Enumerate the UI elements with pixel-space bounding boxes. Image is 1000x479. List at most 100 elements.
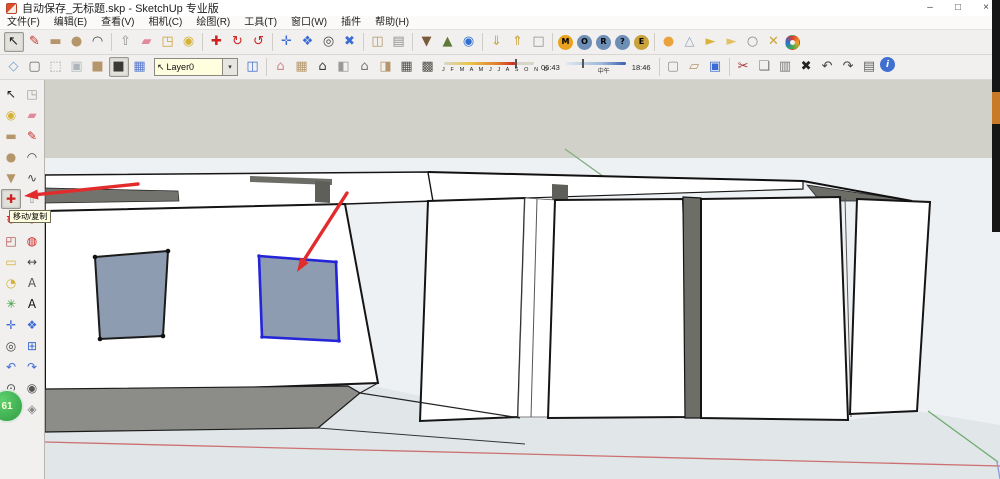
view-top-icon[interactable]: ▦ <box>292 57 312 77</box>
followme-tool-icon[interactable]: ↺ <box>249 32 269 52</box>
side-look-around-icon[interactable]: ◉ <box>22 378 42 398</box>
view-front-icon[interactable]: ⌂ <box>313 57 333 77</box>
plugin-e-icon[interactable]: E <box>634 34 649 50</box>
google-earth-icon[interactable]: ◉ <box>459 32 479 52</box>
layer-combobox[interactable]: ↖ Layer0 ▾ <box>154 58 238 76</box>
layer-dropdown-arrow[interactable]: ▾ <box>222 59 237 75</box>
shadow-date-slider[interactable]: J F M A M J J A S O N D <box>442 58 548 76</box>
rotate-tool-icon[interactable]: ↻ <box>228 32 248 52</box>
line-tool-icon[interactable]: ✎ <box>25 32 45 52</box>
style-xray-icon[interactable]: ◇ <box>4 57 24 77</box>
shadow-time-slider[interactable]: 中午 <box>564 58 628 76</box>
side-polygon-icon[interactable]: ▼ <box>1 168 21 188</box>
zoom-extents-icon[interactable]: ✖ <box>340 32 360 52</box>
side-protractor-icon[interactable]: ◔ <box>1 273 21 293</box>
copy-icon[interactable]: ❏ <box>754 57 774 77</box>
side-scale-icon[interactable]: ◰ <box>1 231 21 251</box>
toggle-shadows-icon[interactable]: ▩ <box>418 57 438 77</box>
style-textured-icon[interactable]: ■ <box>88 57 108 77</box>
roof-dark-wedge-left[interactable] <box>45 187 180 204</box>
wall-panel-c[interactable] <box>700 195 850 422</box>
arrow-tool-a-icon[interactable]: ► <box>701 32 721 52</box>
undo-icon[interactable]: ↶ <box>817 57 837 77</box>
style-shaded-icon[interactable]: ▣ <box>67 57 87 77</box>
dark-pilaster[interactable] <box>682 196 702 419</box>
color-wheel-icon[interactable] <box>784 34 800 50</box>
view-left-icon[interactable]: ◨ <box>376 57 396 77</box>
minimize-button[interactable]: – <box>916 0 944 16</box>
menu-tools[interactable]: 工具(T) <box>237 16 284 29</box>
wall-panel-a[interactable] <box>418 196 527 423</box>
menu-edit[interactable]: 编辑(E) <box>47 16 94 29</box>
open-file-icon[interactable]: ▱ <box>684 57 704 77</box>
zoom-tool-icon[interactable]: ◎ <box>319 32 339 52</box>
shadow-dialog-icon[interactable]: ▦ <box>397 57 417 77</box>
menu-file[interactable]: 文件(F) <box>0 16 47 29</box>
style-hiddenline-icon[interactable]: ⬚ <box>46 57 66 77</box>
component-box-icon[interactable]: □ <box>529 32 549 52</box>
plugin-o-icon[interactable]: O <box>577 34 592 50</box>
crossed-tool-icon[interactable]: ✕ <box>764 32 784 52</box>
side-line-icon[interactable]: ✎ <box>22 126 42 146</box>
menu-camera[interactable]: 相机(C) <box>141 16 189 29</box>
toggle-terrain-icon[interactable]: ▲ <box>438 32 458 52</box>
ring-tool-icon[interactable]: ○ <box>743 32 763 52</box>
side-orbit-icon[interactable]: ✛ <box>1 315 21 335</box>
wall-panel-d[interactable] <box>848 197 932 416</box>
paint-bucket-icon[interactable]: ◉ <box>179 32 199 52</box>
view-right-icon[interactable]: ◧ <box>334 57 354 77</box>
cone-tool-icon[interactable]: △ <box>680 32 700 52</box>
add-location-icon[interactable]: ▼ <box>417 32 437 52</box>
side-zoom-window-icon[interactable]: ⊞ <box>22 336 42 356</box>
side-previous-icon[interactable]: ↶ <box>1 357 21 377</box>
layer-manager-icon[interactable]: ◫ <box>243 57 263 77</box>
share-model-icon[interactable]: ⇑ <box>508 32 528 52</box>
side-text-icon[interactable]: A <box>22 273 42 293</box>
style-backedges-icon[interactable]: ▦ <box>130 57 150 77</box>
print-icon[interactable]: ▤ <box>859 57 879 77</box>
view-iso-icon[interactable]: ⌂ <box>271 57 291 77</box>
select-tool-icon[interactable]: ↖ <box>3 32 24 52</box>
side-next-icon[interactable]: ↷ <box>22 357 42 377</box>
side-freehand-icon[interactable]: ∿ <box>22 168 42 188</box>
style-monochrome-icon[interactable]: ■ <box>108 57 129 77</box>
dark-ground-terrace[interactable] <box>45 385 362 433</box>
save-file-icon[interactable]: ▣ <box>705 57 725 77</box>
menu-view[interactable]: 查看(V) <box>94 16 141 29</box>
side-paint-bucket-icon[interactable]: ◉ <box>1 105 21 125</box>
menu-help[interactable]: 帮助(H) <box>368 16 416 29</box>
menu-draw[interactable]: 绘图(R) <box>189 16 237 29</box>
side-dimension-icon[interactable]: ↔ <box>22 252 42 272</box>
eraser-tool-icon[interactable]: ▰ <box>137 32 157 52</box>
view-back-icon[interactable]: ⌂ <box>355 57 375 77</box>
side-offset-icon[interactable]: ◍ <box>22 231 42 251</box>
circle-tool-icon[interactable]: ● <box>67 32 87 52</box>
wall-panel-b[interactable] <box>546 197 692 420</box>
side-circle-icon[interactable]: ● <box>1 147 21 167</box>
model-info-icon[interactable]: i <box>880 57 896 72</box>
arrow-tool-b-icon[interactable]: ► <box>722 32 742 52</box>
roof-post-1[interactable] <box>315 181 330 203</box>
side-make-component-icon[interactable]: ◳ <box>22 84 42 104</box>
pushpull-tool-icon[interactable]: ⇧ <box>116 32 136 52</box>
maximize-button[interactable]: □ <box>944 0 972 16</box>
side-zoom-icon[interactable]: ◎ <box>1 336 21 356</box>
arc-tool-icon[interactable]: ◠ <box>88 32 108 52</box>
window-left[interactable] <box>92 248 171 342</box>
move-tool-icon[interactable]: ✚ <box>207 32 227 52</box>
new-file-icon[interactable]: ▢ <box>663 57 683 77</box>
side-move-icon[interactable]: ✚ <box>1 189 21 209</box>
side-select-icon[interactable]: ↖ <box>1 84 21 104</box>
model-viewport[interactable] <box>45 80 1000 479</box>
orbit-tool-icon[interactable]: ✛ <box>277 32 297 52</box>
menu-plugins[interactable]: 插件 <box>334 16 368 29</box>
plugin-m-icon[interactable]: M <box>558 34 573 50</box>
time-slider-marker[interactable] <box>581 59 584 68</box>
cut-icon[interactable]: ✂ <box>733 57 753 77</box>
make-component-icon[interactable]: ◳ <box>158 32 178 52</box>
side-3dtext-icon[interactable]: A <box>22 294 42 314</box>
window-selected[interactable] <box>257 254 341 343</box>
side-axes-icon[interactable]: ✳ <box>1 294 21 314</box>
side-eraser-icon[interactable]: ▰ <box>22 105 42 125</box>
sphere-tool-icon[interactable]: ● <box>659 32 679 52</box>
